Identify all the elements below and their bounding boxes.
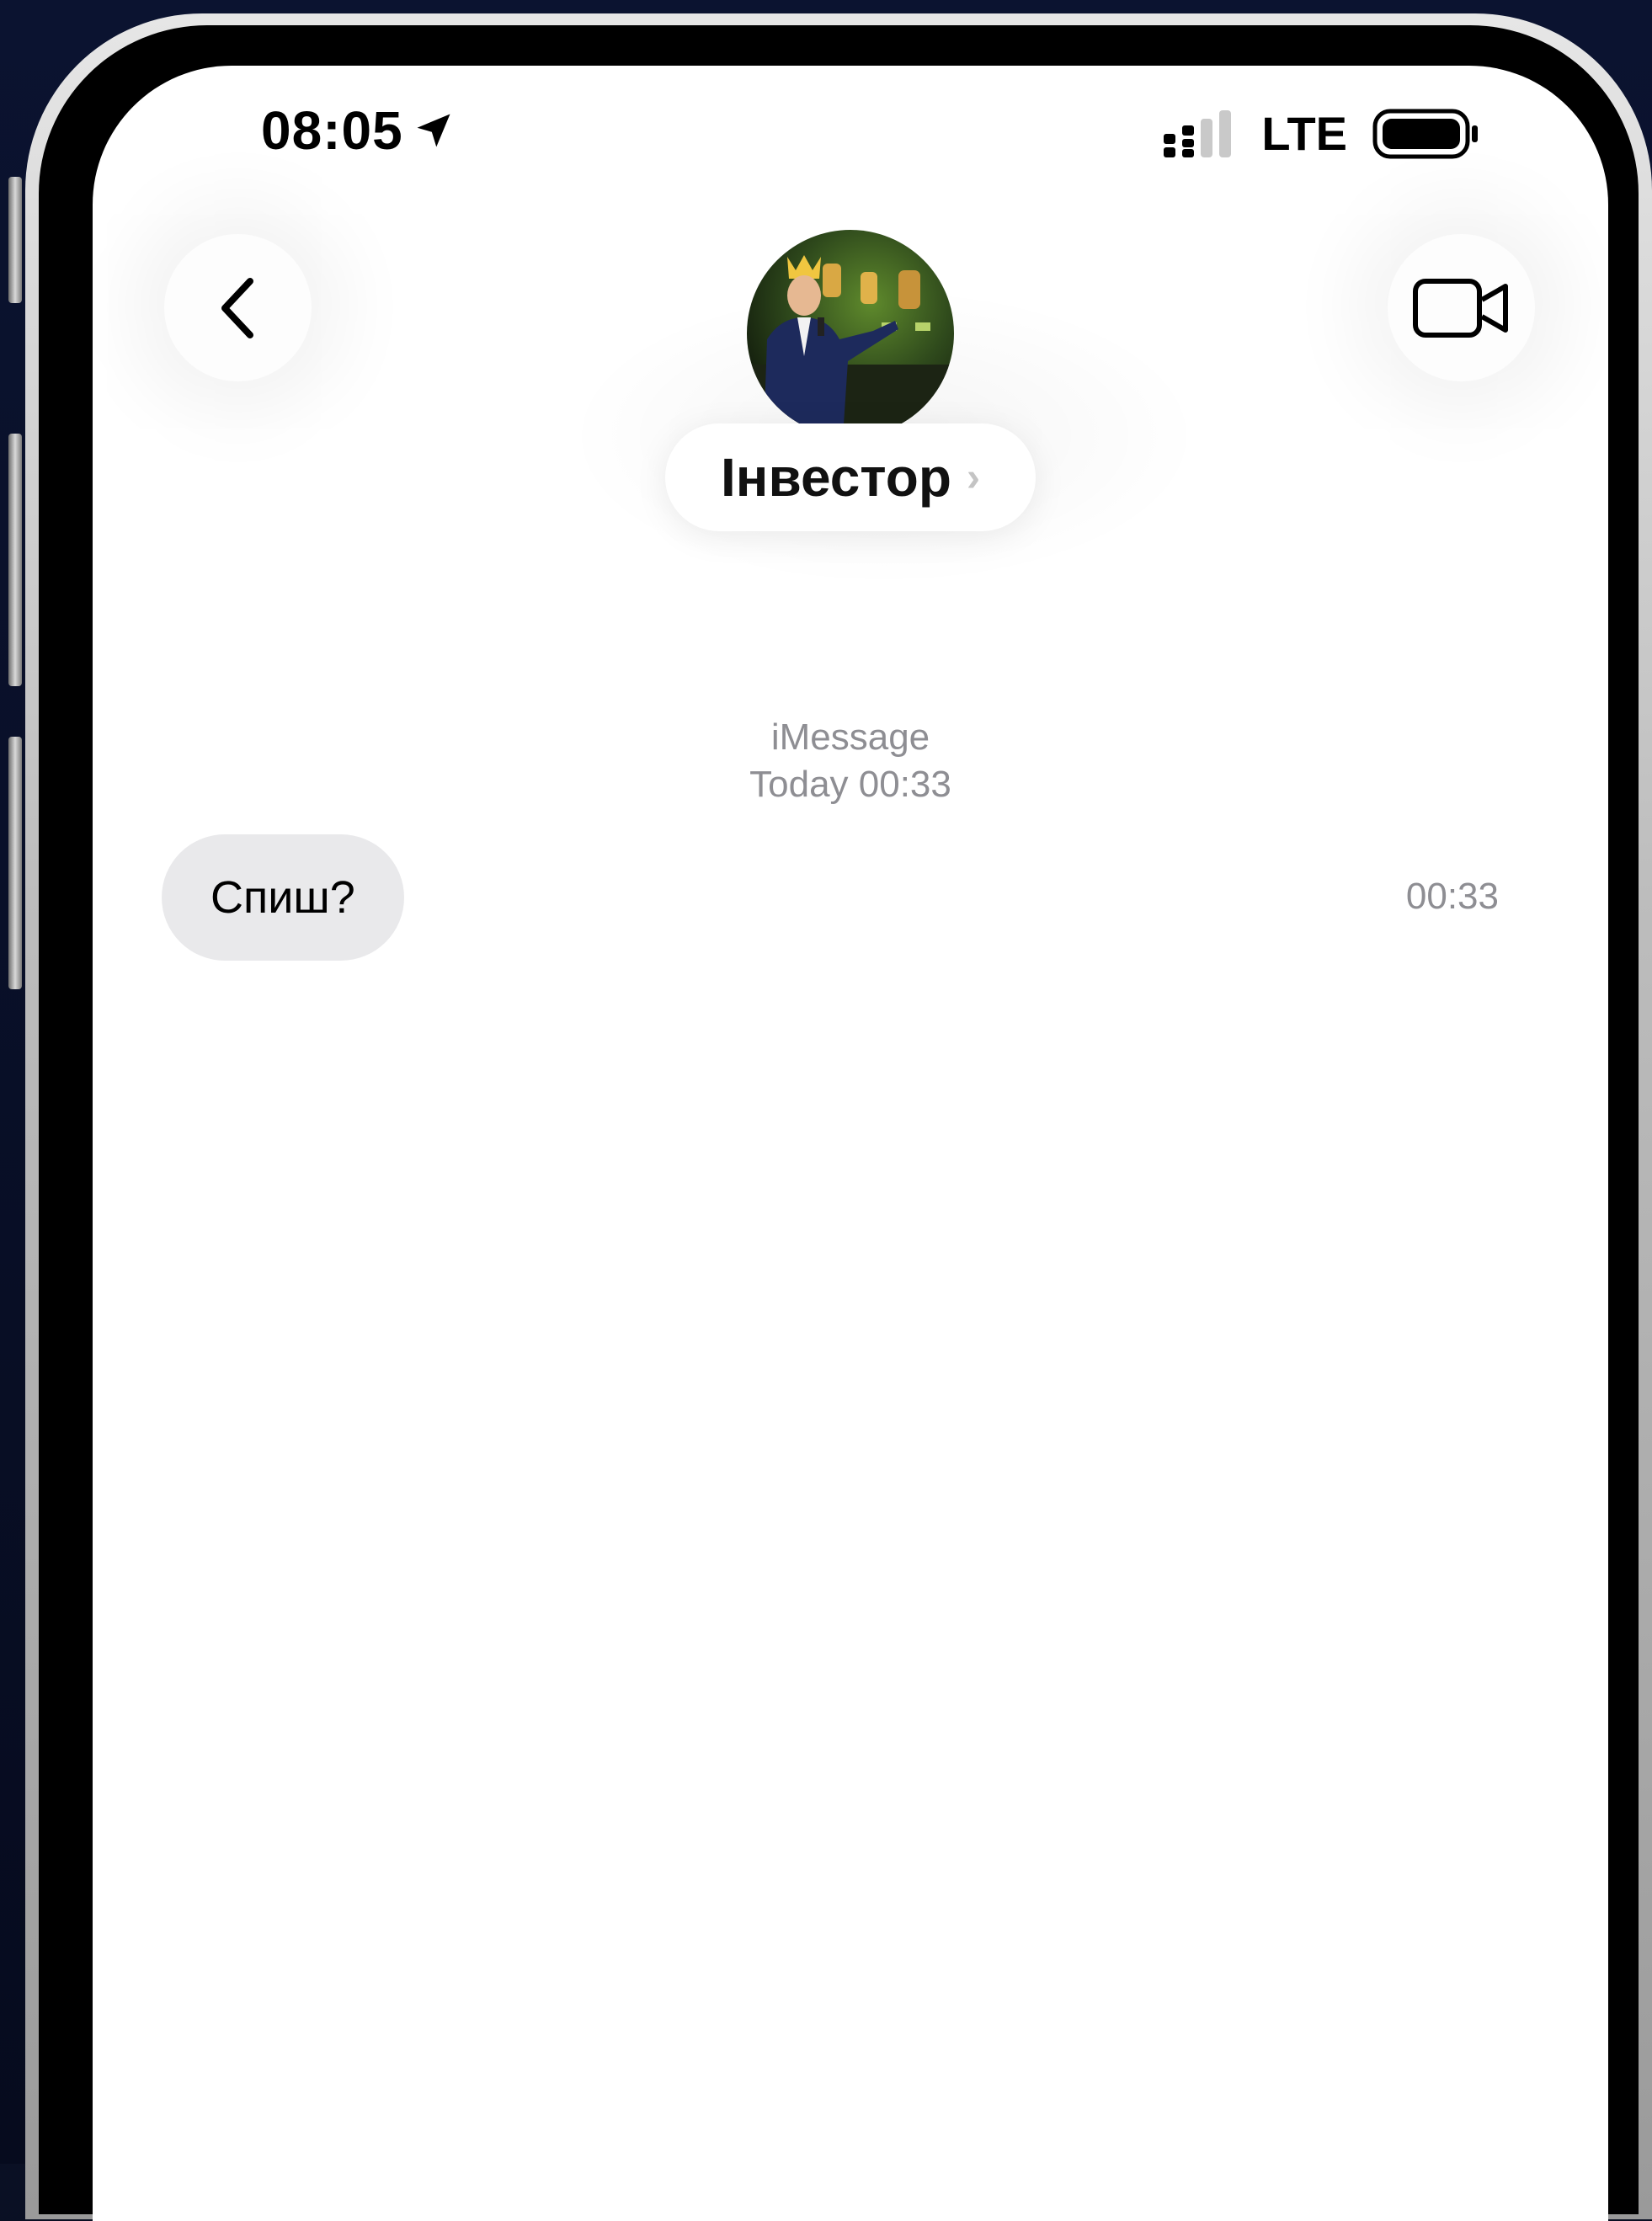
conversation-date: Today 00:33 [749, 764, 951, 805]
video-camera-icon [1412, 278, 1508, 338]
chevron-left-icon [221, 277, 253, 338]
messages-screen: 08:05 LTE Інвестор › iMessage Today 00:3… [93, 66, 1608, 2221]
back-button[interactable] [164, 234, 312, 381]
contact-avatar[interactable] [747, 230, 954, 437]
battery-icon [1372, 109, 1478, 158]
conversation-meta: iMessage Today 00:33 [93, 714, 1608, 808]
contact-name-button[interactable]: Інвестор › [665, 423, 1036, 531]
action-button [8, 177, 22, 303]
message-timestamp: 00:33 [1405, 876, 1499, 917]
signal-icon [1164, 109, 1232, 157]
video-call-button[interactable] [1388, 234, 1535, 381]
status-indicators: LTE [1164, 106, 1482, 161]
network-type: LTE [1261, 107, 1347, 160]
volume-up-button [8, 434, 22, 686]
contact-photo-icon [747, 230, 954, 437]
status-time: 08:05 [261, 99, 456, 162]
location-arrow-icon [417, 114, 450, 147]
contact-name: Інвестор [721, 447, 951, 508]
service-label: iMessage [770, 716, 930, 758]
volume-down-button [8, 737, 22, 989]
message-bubble-incoming[interactable]: Спиш? [162, 834, 404, 961]
message-text: Спиш? [210, 872, 355, 923]
chevron-right-icon: › [966, 455, 980, 500]
status-time-text: 08:05 [261, 100, 403, 161]
